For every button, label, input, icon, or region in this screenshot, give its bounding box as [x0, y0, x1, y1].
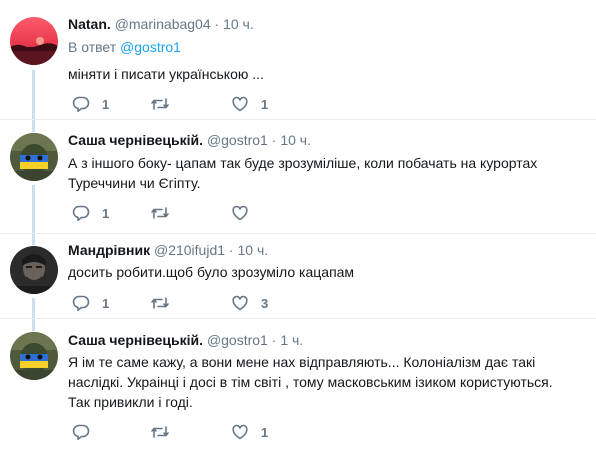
retweet-button[interactable] [150, 203, 182, 223]
separator-dot: · [271, 132, 277, 148]
heart-icon [232, 96, 248, 112]
author-name[interactable]: Мандрівник [68, 242, 150, 258]
reply-mention-link[interactable]: @gostro1 [120, 39, 181, 55]
reply-button[interactable]: 1 [72, 203, 109, 223]
author-handle[interactable]: @marinabag04 [115, 16, 211, 32]
like-button[interactable]: 1 [231, 94, 268, 114]
author-handle[interactable]: @gostro1 [207, 132, 268, 148]
avatar-sasha[interactable] [10, 332, 58, 380]
separator-dot: · [228, 242, 234, 258]
thread-line [32, 319, 35, 331]
heart-icon [232, 295, 248, 311]
tweet-timestamp[interactable]: 10 ч. [280, 132, 311, 148]
author-handle[interactable]: @210ifujd1 [154, 242, 225, 258]
separator-dot: · [214, 16, 220, 32]
reply-icon [72, 295, 90, 311]
reply-prefix: В ответ [68, 39, 117, 55]
reply-icon [72, 96, 90, 112]
thread-line [32, 120, 35, 132]
retweet-icon [151, 98, 169, 110]
like-button[interactable]: 1 [231, 422, 268, 442]
tweet-actions: 1 3 [68, 293, 468, 313]
reply-thread: Natan. @marinabag04 · 10 ч. В ответ @gos… [0, 0, 596, 451]
tweet-actions: 1 [68, 422, 468, 442]
retweet-button[interactable] [150, 293, 182, 313]
tweet-actions: 1 [68, 203, 468, 223]
author-name[interactable]: Саша чернівецькій. [68, 132, 203, 148]
reply-count: 1 [102, 96, 110, 112]
tweet-mandrivnyk[interactable]: Мандрівник @210ifujd1 · 10 ч. досить роб… [0, 234, 596, 318]
reply-button[interactable]: 1 [72, 293, 109, 313]
tweet-header: Мандрівник @210ifujd1 · 10 ч. [68, 241, 268, 259]
heart-icon [232, 424, 248, 440]
like-count: 1 [261, 424, 269, 440]
heart-icon [232, 205, 248, 221]
tweet-text: Я ім те саме кажу, а вони мене нах відпр… [68, 354, 553, 410]
reply-count: 1 [102, 295, 110, 311]
tweet-header: Natan. @marinabag04 · 10 ч. [68, 15, 254, 33]
reply-button[interactable] [72, 422, 102, 442]
avatar-mandrivnyk[interactable] [10, 246, 58, 294]
tweet-header: Саша чернівецькій. @gostro1 · 10 ч. [68, 131, 311, 149]
retweet-icon [151, 297, 169, 309]
tweet-sasha-1[interactable]: Саша чернівецькій. @gostro1 · 10 ч. А з … [0, 120, 596, 233]
thread-line [32, 185, 35, 233]
retweet-icon [151, 426, 169, 438]
reply-icon [72, 205, 90, 221]
tweet-text: міняти і писати українською ... [68, 66, 264, 82]
tweet-header: Саша чернівецькій. @gostro1 · 1 ч. [68, 331, 303, 349]
author-name[interactable]: Саша чернівецькій. [68, 332, 203, 348]
author-handle[interactable]: @gostro1 [207, 332, 268, 348]
retweet-button[interactable] [150, 94, 182, 114]
reply-button[interactable]: 1 [72, 94, 109, 114]
thread-line [32, 70, 35, 119]
tweet-timestamp[interactable]: 1 ч. [280, 332, 303, 348]
tweet-text: досить робити.щоб було зрозуміло кацапам [68, 264, 355, 280]
tweet-timestamp[interactable]: 10 ч. [223, 16, 254, 32]
tweet-actions: 1 1 [68, 94, 468, 114]
like-button[interactable]: 3 [231, 293, 268, 313]
reply-context: В ответ @gostro1 [68, 38, 181, 56]
avatar-sasha[interactable] [10, 133, 58, 181]
retweet-button[interactable] [150, 422, 182, 442]
tweet-text: А з іншого боку- цапам так буде зрозуміл… [68, 155, 538, 191]
tweet-sasha-2[interactable]: Саша чернівецькій. @gostro1 · 1 ч. Я ім … [0, 319, 596, 451]
like-button[interactable] [231, 203, 261, 223]
reply-icon [72, 424, 90, 440]
separator-dot: · [271, 332, 277, 348]
tweet-timestamp[interactable]: 10 ч. [237, 242, 268, 258]
like-count: 3 [261, 295, 269, 311]
like-count: 1 [261, 96, 269, 112]
tweet-natan[interactable]: Natan. @marinabag04 · 10 ч. В ответ @gos… [0, 0, 596, 119]
thread-line [32, 298, 35, 318]
retweet-icon [151, 207, 169, 219]
reply-count: 1 [102, 205, 110, 221]
thread-line [32, 234, 35, 245]
avatar-natan[interactable] [10, 17, 58, 65]
author-name[interactable]: Natan. [68, 16, 111, 32]
